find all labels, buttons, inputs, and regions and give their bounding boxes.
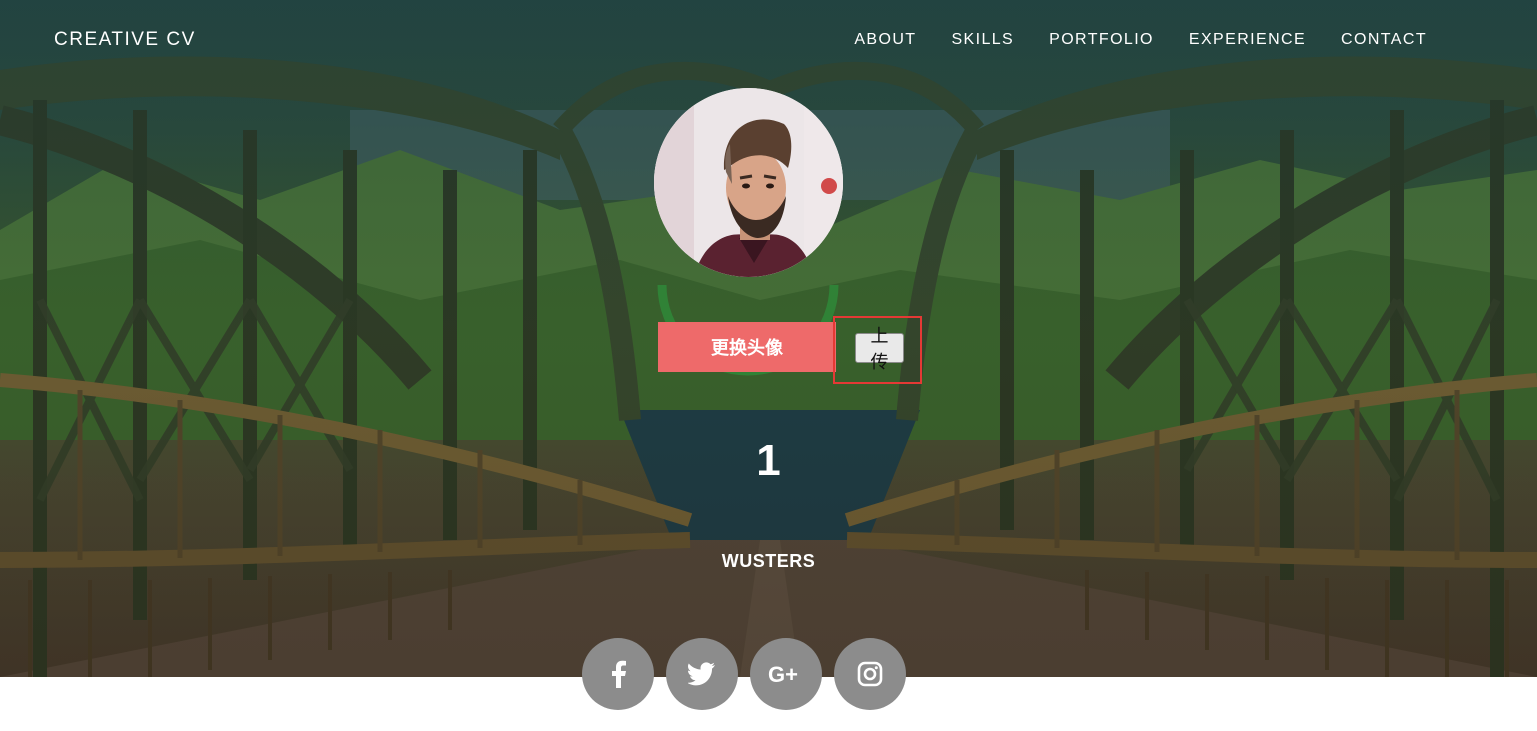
social-links: G+ (582, 638, 906, 710)
google-plus-icon: G+ (768, 662, 798, 686)
twitter-icon (688, 662, 715, 686)
twitter-button[interactable] (666, 638, 738, 710)
nav-item-about[interactable]: ABOUT (854, 31, 916, 49)
main-nav: ABOUT SKILLS PORTFOLIO EXPERIENCE CONTAC… (854, 31, 1427, 49)
profile-name: WUSTERS (721, 551, 816, 571)
nav-item-skills[interactable]: SKILLS (951, 31, 1014, 49)
site-brand[interactable]: CREATIVE CV (54, 29, 196, 51)
instagram-icon (857, 661, 883, 687)
google-plus-button[interactable]: G+ (750, 638, 822, 710)
instagram-button[interactable] (834, 638, 906, 710)
avatar-photo (654, 88, 843, 277)
profile-count: 1 (756, 436, 781, 485)
upload-button[interactable]: 上传 (855, 326, 904, 373)
nav-item-contact[interactable]: CONTACT (1341, 31, 1427, 49)
nav-item-portfolio[interactable]: PORTFOLIO (1049, 31, 1154, 49)
facebook-icon (612, 660, 626, 688)
change-avatar-button[interactable]: 更换头像 (658, 322, 836, 372)
svg-text:G+: G+ (768, 662, 798, 686)
nav-item-experience[interactable]: EXPERIENCE (1189, 31, 1306, 49)
profile-avatar (654, 88, 843, 277)
facebook-button[interactable] (582, 638, 654, 710)
